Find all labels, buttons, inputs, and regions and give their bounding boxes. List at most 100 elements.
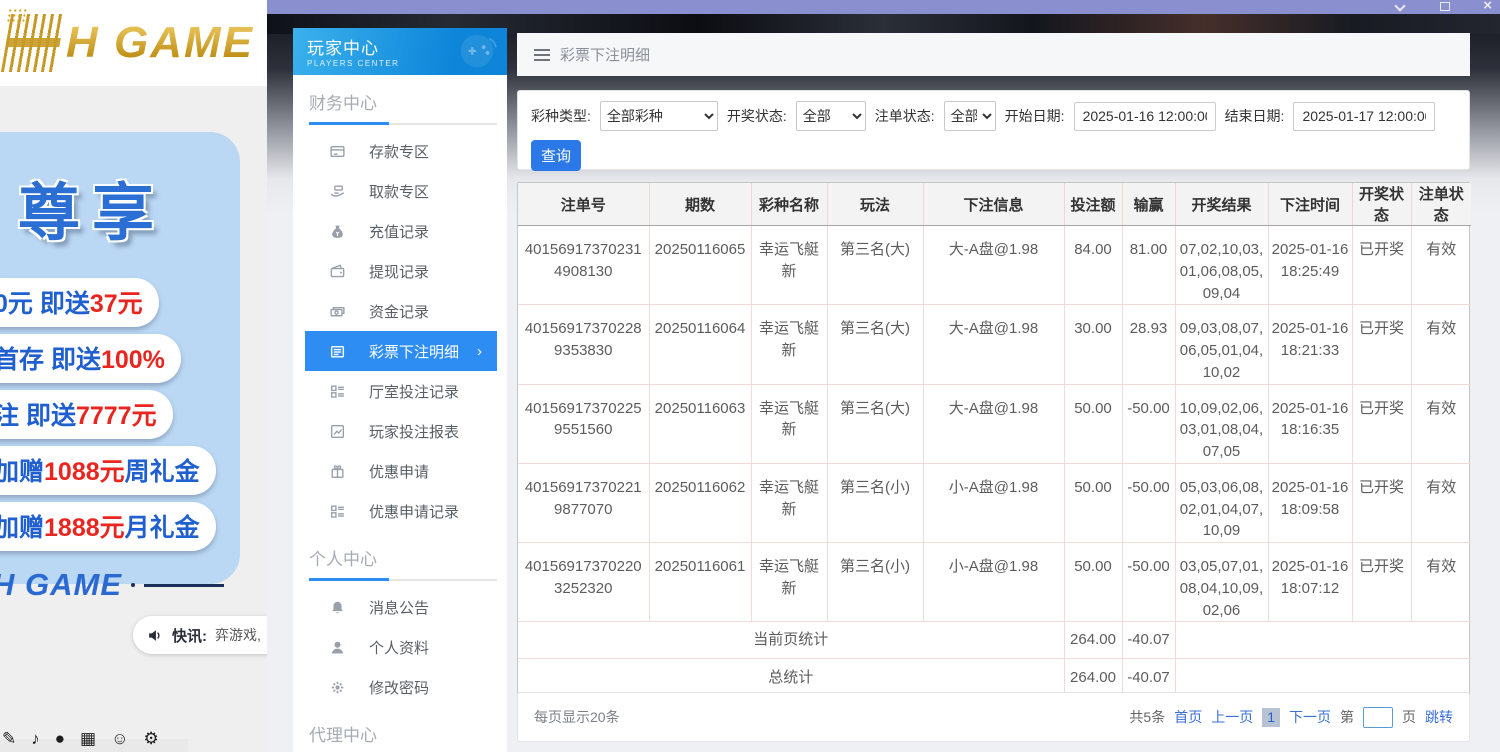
dot-icon[interactable]: ● [55,729,65,749]
bet-status-select[interactable]: 全部 [944,101,996,131]
promo-banner[interactable]: 尊享 0元 即送37元首存 即送100%注 即送7777元加赠1088元周礼金加… [0,132,240,584]
deposit-card-icon [329,143,346,160]
lottery-type-select[interactable]: 全部彩种 [600,101,718,131]
pen-icon[interactable]: ✎ [2,729,16,749]
table-cell: 第三名(大) [827,226,923,305]
sidebar-item-label: 厅室投注记录 [369,381,459,402]
sidebar-item-deposit-zone[interactable]: 存款专区 [293,131,507,171]
sidebar-item-recharge-records[interactable]: 充值记录 [293,211,507,251]
promo-pill-text: 首存 即送 [0,346,101,374]
promo-pill-text: 37元 [90,290,143,318]
section-divider [309,123,497,125]
speaker-icon [147,627,164,644]
pager: 共5条 首页 上一页 1 下一页 第 页 跳转 [1129,707,1453,728]
table-cell: 50.00 [1064,384,1122,463]
note-icon[interactable]: ♪ [31,729,40,749]
table-cell: 20250116065 [649,226,751,305]
table-cell: 幸运飞艇新 [751,543,827,622]
table-cell: 81.00 [1122,226,1175,305]
promo-footer: H GAME [0,567,240,603]
table-cell: 有效 [1411,384,1471,463]
summary-winloss-total: -40.07 [1122,659,1175,696]
promo-pill-text: 1888元 [44,514,125,542]
sidebar-item-lottery-bet-details[interactable]: 彩票下注明细› [305,331,497,371]
table-cell: 20250116064 [649,305,751,384]
sidebar-item-promo-apply[interactable]: 优惠申请 [293,451,507,491]
sidebar-menu: 财务中心存款专区取款专区充值记录提现记录资金记录彩票下注明细›厅室投注记录玩家投… [293,89,507,752]
promo-pill: 首存 即送100% [0,334,181,383]
jump-link[interactable]: 跳转 [1425,707,1453,727]
sidebar-item-fund-records[interactable]: 资金记录 [293,291,507,331]
moneybag-icon [329,223,346,240]
bet-table: 注单号期数彩种名称玩法下注信息投注额输赢开奖结果下注时间开奖状态注单状态 401… [518,183,1471,696]
sidebar-item-messages[interactable]: 消息公告 [293,587,507,627]
bet-table-panel: 注单号期数彩种名称玩法下注信息投注额输赢开奖结果下注时间开奖状态注单状态 401… [517,182,1470,697]
table-cell: 2025-01-16 18:07:12 [1268,543,1352,622]
funds-icon [329,303,346,320]
start-date-input[interactable] [1074,102,1216,131]
site-background: H GAME 尊享 0元 即送37元首存 即送100%注 即送7777元加赠10… [0,0,267,752]
first-page-link[interactable]: 首页 [1174,707,1202,727]
summary-label: 当前页统计 [518,622,1064,659]
sidebar-item-player-bet-report[interactable]: 玩家投注报表 [293,411,507,451]
sidebar-section-agent-center: 代理中心 [309,721,493,752]
column-header: 注单号 [518,183,649,226]
gear-icon[interactable]: ⚙ [143,729,158,749]
table-cell: 20250116062 [649,463,751,542]
current-page-indicator: 1 [1262,708,1280,727]
screen: H GAME 尊享 0元 即送37元首存 即送100%注 即送7777元加赠10… [0,0,1500,752]
menu-icon[interactable] [534,49,550,61]
chevron-down-icon[interactable] [1394,0,1405,11]
table-cell: 大-A盘@1.98 [923,305,1064,384]
sidebar-item-withdraw-records[interactable]: 提现记录 [293,251,507,291]
draw-status-select[interactable]: 全部 [796,101,866,131]
person-icon [329,639,346,656]
sidebar-item-profile[interactable]: 个人资料 [293,627,507,667]
table-cell: 401569173702259551560 [518,384,649,463]
table-cell: 有效 [1411,305,1471,384]
table-cell: 第三名(大) [827,384,923,463]
table-cell: 30.00 [1064,305,1122,384]
sidebar-item-withdraw-zone[interactable]: 取款专区 [293,171,507,211]
table-header-row: 注单号期数彩种名称玩法下注信息投注额输赢开奖结果下注时间开奖状态注单状态 [518,183,1471,226]
news-ticker[interactable]: 快讯: 弈游戏, [133,616,267,654]
table-cell: 幸运飞艇新 [751,384,827,463]
column-header: 玩法 [827,183,923,226]
sidebar-item-promo-apply-records[interactable]: 优惠申请记录 [293,491,507,531]
table-cell: 50.00 [1064,543,1122,622]
sidebar-item-hall-bet-records[interactable]: 厅室投注记录 [293,371,507,411]
page-jump-input[interactable] [1363,707,1393,728]
lottery-type-label: 彩种类型: [531,106,591,126]
sidebar-item-change-password[interactable]: 修改密码 [293,667,507,707]
table-cell: 第三名(小) [827,543,923,622]
sidebar-item-label: 玩家投注报表 [369,421,459,442]
table-cell: 已开奖 [1352,226,1411,305]
table-cell: 84.00 [1064,226,1122,305]
end-date-input[interactable] [1293,102,1435,131]
table-cell: 有效 [1411,543,1471,622]
table-cell: 28.93 [1122,305,1175,384]
sidebar-item-label: 消息公告 [369,597,429,618]
next-page-link[interactable]: 下一页 [1289,707,1331,727]
close-icon[interactable]: × [1483,0,1492,15]
jump-prefix: 第 [1340,707,1354,727]
hh-game-logo[interactable]: H GAME [6,14,254,72]
grid-icon[interactable]: ▦ [80,729,96,749]
table-row: 40156917370228935383020250116064幸运飞艇新第三名… [518,305,1471,384]
smiley-icon[interactable]: ☺ [111,729,128,749]
table-cell: 已开奖 [1352,543,1411,622]
promo-pill-list: 0元 即送37元首存 即送100%注 即送7777元加赠1088元周礼金加赠18… [0,278,240,551]
promo-records-icon [329,503,346,520]
table-cell: 05,03,06,08,02,01,04,07,10,09 [1175,463,1268,542]
wallet-icon [329,263,346,280]
jump-suffix: 页 [1402,707,1416,727]
prev-page-link[interactable]: 上一页 [1211,707,1253,727]
summary-row: 当前页统计264.00-40.07 [518,622,1471,659]
column-header: 下注时间 [1268,183,1352,226]
promo-apply-icon [329,463,346,480]
sidebar-item-label: 提现记录 [369,261,429,282]
maximize-icon[interactable] [1440,2,1450,11]
player-center-window: × 玩家中心 PLAYERS CENTER 财务中心存款专区取款专区充值记录提现… [267,0,1500,752]
pagination: 每页显示20条 共5条 首页 上一页 1 下一页 第 页 跳转 [517,692,1470,742]
query-button[interactable]: 查询 [531,140,581,171]
